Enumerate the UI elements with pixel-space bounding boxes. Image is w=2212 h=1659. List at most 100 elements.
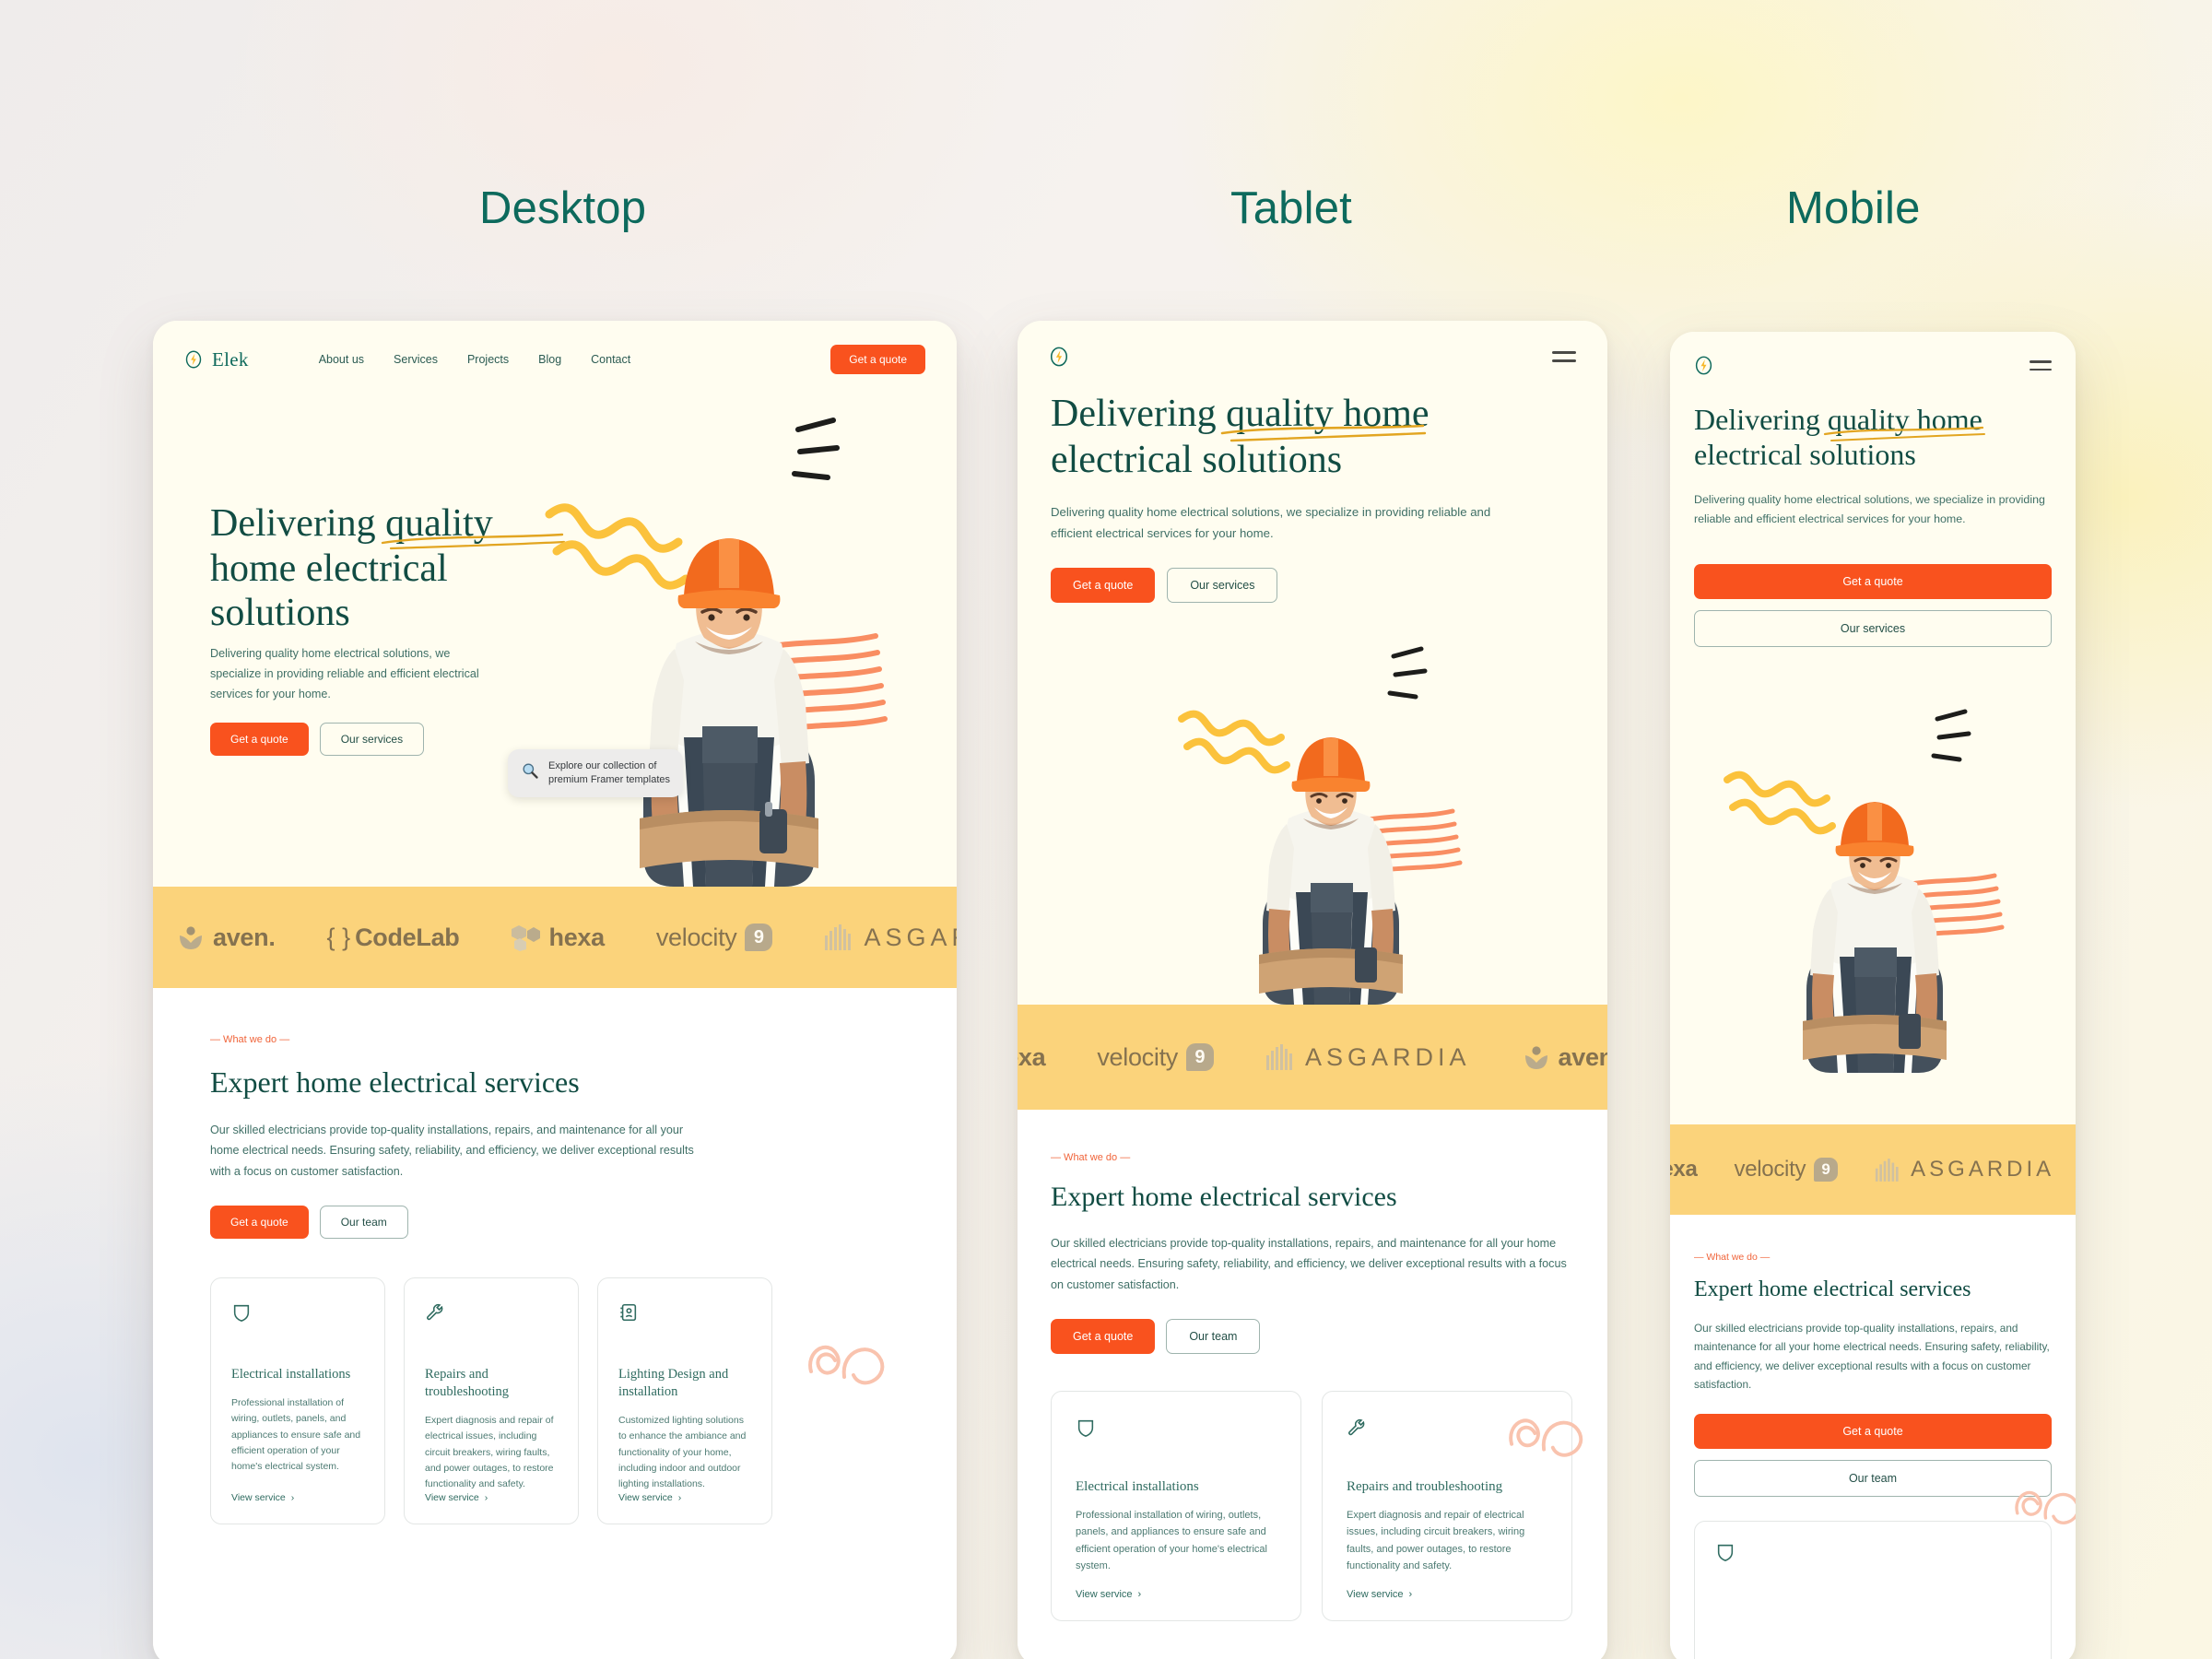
service-card-link[interactable]: View service › <box>425 1492 558 1503</box>
logo-hexa: hexa <box>1670 1157 1698 1182</box>
desktop-topbar: Elek About us Services Projects Blog Con… <box>153 321 957 374</box>
hero-illustration <box>1712 677 2053 1073</box>
logo-codelab: { } CodeLab <box>327 924 460 952</box>
logo-codelab-text: CodeLab <box>355 923 460 951</box>
mobile-services-section: — What we do — Expert home electrical se… <box>1670 1215 2076 1659</box>
chevron-right-icon: › <box>484 1492 488 1504</box>
desktop-logo-strip: aven. { } CodeLab hexa velocity 9 ASGARD… <box>153 887 957 988</box>
aven-leaf-icon <box>1524 1046 1547 1069</box>
logo-velocity: velocity 9 <box>1097 1043 1214 1072</box>
services-card-row: Electrical installations Professional in… <box>210 1277 900 1525</box>
hero-get-a-quote-button[interactable]: Get a quote <box>1694 564 2052 599</box>
contact-card-icon <box>618 1302 751 1327</box>
service-card[interactable]: Lighting Design and installation Customi… <box>597 1277 772 1525</box>
services-cta-group: Get a quote Our team <box>1694 1414 2052 1498</box>
mobile-hero: Delivering quality home electrical solut… <box>1670 332 2076 1124</box>
magnifier-icon <box>521 761 539 784</box>
logo-asgardia-text: ASGARDIA <box>1304 1042 1471 1071</box>
nav-item-contact[interactable]: Contact <box>591 353 630 366</box>
brand-name: Elek <box>212 347 249 371</box>
tablet-hero: Delivering quality home electrical solut… <box>1018 321 1607 1005</box>
tooltip-line-1: Explore our collection of <box>548 760 657 771</box>
aven-leaf-icon <box>180 926 202 949</box>
service-card[interactable]: Electrical installations Professional in… <box>1051 1391 1301 1622</box>
desktop-mockup: Elek About us Services Projects Blog Con… <box>153 321 957 1659</box>
service-card[interactable] <box>1694 1521 2052 1659</box>
logo-hexa-text: hexa <box>548 923 606 951</box>
logo-asgardia: ASGARDIA <box>1875 1157 2054 1182</box>
service-card-link[interactable]: View service › <box>231 1492 364 1503</box>
logo-aven-text: aven. <box>213 923 276 951</box>
wrench-icon <box>1347 1418 1547 1442</box>
services-paragraph: Our skilled electricians provide top-qua… <box>1694 1322 2050 1391</box>
tablet-mockup: Delivering quality home electrical solut… <box>1018 321 1607 1659</box>
hero-our-services-button[interactable]: Our services <box>319 723 425 756</box>
services-eyebrow: — What we do — <box>1694 1252 1771 1263</box>
framer-templates-tooltip[interactable]: Explore our collection of premium Framer… <box>508 749 684 797</box>
codelab-braces-icon: { } <box>326 923 351 951</box>
shield-icon <box>231 1302 364 1327</box>
velocity-badge-icon: 9 <box>1814 1158 1839 1182</box>
hero-paragraph: Delivering quality home electrical solut… <box>1694 493 2045 526</box>
hero-get-a-quote-button[interactable]: Get a quote <box>210 723 309 756</box>
service-card-body: Professional installation of wiring, out… <box>231 1397 361 1473</box>
services-get-a-quote-button[interactable]: Get a quote <box>1694 1414 2052 1450</box>
chevron-right-icon: › <box>1408 1589 1413 1601</box>
shield-icon <box>1715 1542 2030 1567</box>
service-card-body: Professional installation of wiring, out… <box>1076 1510 1267 1571</box>
hamburger-menu-icon[interactable] <box>2030 360 2052 371</box>
services-get-a-quote-button[interactable]: Get a quote <box>210 1206 309 1240</box>
nav-item-blog[interactable]: Blog <box>538 353 561 366</box>
services-our-team-button[interactable]: Our team <box>319 1206 408 1240</box>
services-paragraph: Our skilled electricians provide top-qua… <box>1051 1237 1567 1291</box>
logo-asgardia-text: ASGARDIA <box>1911 1157 2055 1182</box>
nav-get-a-quote-button[interactable]: Get a quote <box>830 345 925 374</box>
nav-item-services[interactable]: Services <box>394 353 438 366</box>
service-card-link[interactable]: View service › <box>1076 1589 1277 1600</box>
mobile-mockup: Delivering quality home electrical solut… <box>1670 332 2076 1659</box>
services-get-a-quote-button[interactable]: Get a quote <box>1051 1319 1156 1355</box>
service-card-link[interactable]: View service › <box>1347 1589 1547 1600</box>
logo-asgardia: ASGARDIA <box>824 924 957 952</box>
shield-icon <box>1076 1418 1277 1442</box>
logo-hexa: hexa <box>1018 1043 1046 1072</box>
hero-our-services-button[interactable]: Our services <box>1694 610 2052 647</box>
logo-hexa-text: hexa <box>1670 1157 1698 1182</box>
wrench-icon <box>425 1302 558 1327</box>
desktop-nav: About us Services Projects Blog Contact <box>319 353 631 366</box>
hero-illustration <box>522 376 955 887</box>
service-card[interactable]: Repairs and troubleshooting Expert diagn… <box>404 1277 579 1525</box>
nav-item-projects[interactable]: Projects <box>467 353 509 366</box>
service-card-link[interactable]: View service › <box>618 1492 751 1503</box>
hero-cta-group: Get a quote Our services <box>210 723 425 756</box>
hero-get-a-quote-button[interactable]: Get a quote <box>1051 568 1156 603</box>
logo-aven: aven. <box>1523 1043 1607 1072</box>
hero-paragraph: Delivering quality home electrical solut… <box>210 647 479 701</box>
chevron-right-icon: › <box>290 1492 295 1504</box>
service-card-title: Repairs and troubleshooting <box>425 1367 510 1400</box>
service-card-title: Electrical installations <box>1076 1479 1199 1495</box>
services-cta-group: Get a quote Our team <box>210 1206 900 1240</box>
mobile-logo-strip: hexa velocity 9 ASGARDIA <box>1670 1124 2076 1215</box>
desktop-services-section: — What we do — Expert home electrical se… <box>153 988 957 1659</box>
brand-logo[interactable]: Elek <box>184 348 249 371</box>
service-card[interactable]: Repairs and troubleshooting Expert diagn… <box>1322 1391 1572 1622</box>
logo-velocity: velocity 9 <box>1735 1157 1839 1182</box>
nav-item-about-us[interactable]: About us <box>319 353 364 366</box>
bolt-logo-icon[interactable] <box>1694 356 1713 375</box>
hexa-hexagon-icon <box>511 925 540 951</box>
services-title: Expert home electrical services <box>1694 1277 1971 1301</box>
services-our-team-button[interactable]: Our team <box>1166 1319 1261 1355</box>
tooltip-line-2: premium Framer templates <box>548 773 671 785</box>
mobile-topbar <box>1670 332 2076 375</box>
hero-cta-group: Get a quote Our services <box>1694 564 2052 647</box>
hero-paragraph: Delivering quality home electrical solut… <box>1051 505 1491 541</box>
service-card[interactable]: Electrical installations Professional in… <box>210 1277 385 1525</box>
services-card-row <box>1694 1521 2052 1659</box>
device-label-tablet: Tablet <box>1230 183 1352 233</box>
services-our-team-button[interactable]: Our team <box>1694 1460 2052 1498</box>
chevron-right-icon: › <box>677 1492 682 1504</box>
bolt-logo-icon[interactable] <box>1049 347 1069 367</box>
hero-our-services-button[interactable]: Our services <box>1167 568 1278 603</box>
hamburger-menu-icon[interactable] <box>1552 351 1576 362</box>
